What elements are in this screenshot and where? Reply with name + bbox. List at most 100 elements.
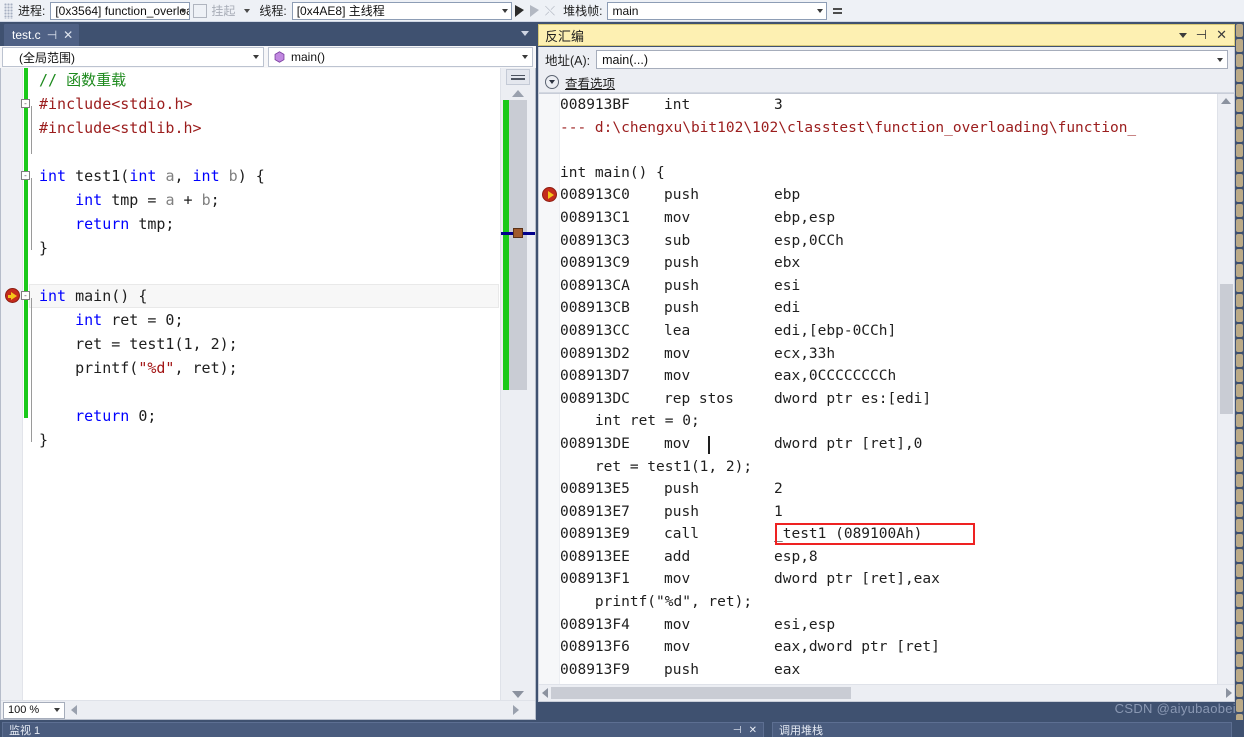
document-tab-test-c[interactable]: test.c ⊣ ✕ xyxy=(4,24,80,46)
stackframe-combo[interactable]: main xyxy=(607,1,828,20)
split-view-button[interactable] xyxy=(506,69,530,85)
tool-window-tab-icon[interactable] xyxy=(1236,564,1243,577)
scroll-left-icon[interactable] xyxy=(542,688,548,698)
tool-window-tab-icon[interactable] xyxy=(1236,144,1243,157)
tool-window-tab-icon[interactable] xyxy=(1236,69,1243,82)
tool-window-tab-icon[interactable] xyxy=(1236,459,1243,472)
disassembly-line[interactable]: ret = test1(1, 2); xyxy=(560,456,1216,479)
toolbar-grip[interactable] xyxy=(4,2,13,19)
tool-window-tab-icon[interactable] xyxy=(1236,294,1243,307)
code-line[interactable]: ret = test1(1, 2); xyxy=(29,332,499,356)
scroll-up-icon[interactable] xyxy=(512,90,524,97)
tool-window-tab-icon[interactable] xyxy=(1236,309,1243,322)
tool-window-tab-icon[interactable] xyxy=(1236,399,1243,412)
code-line[interactable]: return 0; xyxy=(29,404,499,428)
disassembly-line[interactable]: 008913CB push edi xyxy=(560,297,1216,320)
code-line[interactable]: int ret = 0; xyxy=(29,308,499,332)
disassembly-line[interactable]: 008913F4 mov esi,esp xyxy=(560,614,1216,637)
tool-window-tab-icon[interactable] xyxy=(1236,579,1243,592)
code-line[interactable]: return tmp; xyxy=(29,212,499,236)
tool-window-tab-icon[interactable] xyxy=(1236,264,1243,277)
code-line[interactable] xyxy=(29,380,499,404)
tool-window-tab-icon[interactable] xyxy=(1236,699,1243,712)
fold-toggle-icon[interactable]: - xyxy=(21,171,30,180)
scrollbar-thumb[interactable] xyxy=(551,687,851,699)
disassembly-line[interactable]: --- d:\chengxu\bit102\102\classtest\func… xyxy=(560,117,1216,140)
tool-window-tab-icon[interactable] xyxy=(1236,474,1243,487)
tool-window-tab-icon[interactable] xyxy=(1236,249,1243,262)
tool-window-tab-icon[interactable] xyxy=(1236,384,1243,397)
close-icon[interactable]: ✕ xyxy=(1216,27,1227,43)
disassembly-line[interactable]: 008913F9 push eax xyxy=(560,659,1216,682)
editor-horizontal-scrollbar[interactable]: 100 % xyxy=(1,700,535,719)
tool-window-tab-icon[interactable] xyxy=(1236,279,1243,292)
scrollbar-thumb[interactable] xyxy=(1220,284,1233,414)
disassembly-line[interactable]: 008913CA push esi xyxy=(560,275,1216,298)
code-line[interactable]: int tmp = a + b; xyxy=(29,188,499,212)
fold-toggle-icon[interactable]: - xyxy=(21,291,30,300)
suspend-button[interactable]: 挂起 xyxy=(190,1,257,21)
disassembly-line[interactable]: 008913C3 sub esp,0CCh xyxy=(560,230,1216,253)
disassembly-line[interactable]: 008913E9 call _test1 (089100Ah) xyxy=(560,523,1216,546)
process-combo[interactable]: [0x3564] function_overloading.e xyxy=(50,1,191,20)
disassembly-line[interactable]: 008913D7 mov eax,0CCCCCCCCh xyxy=(560,365,1216,388)
scroll-right-icon[interactable] xyxy=(1226,688,1232,698)
show-flagged-button[interactable] xyxy=(527,1,542,21)
pin-icon[interactable]: ⊣ xyxy=(733,725,742,736)
tool-window-tab-icon[interactable] xyxy=(1236,504,1243,517)
toolbar-overflow-button[interactable] xyxy=(833,7,843,14)
disassembly-titlebar[interactable]: 反汇编 ⊣ ✕ xyxy=(538,24,1235,46)
tool-window-tab-icon[interactable] xyxy=(1236,429,1243,442)
tool-window-tab-icon[interactable] xyxy=(1236,99,1243,112)
disassembly-line[interactable]: 008913BF int 3 xyxy=(560,94,1216,117)
scroll-down-icon[interactable] xyxy=(512,691,524,698)
tool-window-tab-icon[interactable] xyxy=(1236,654,1243,667)
disassembly-line[interactable]: 008913CC lea edi,[ebp-0CCh] xyxy=(560,320,1216,343)
scroll-right-icon[interactable] xyxy=(513,705,519,715)
tool-window-tab-icon[interactable] xyxy=(1236,54,1243,67)
scroll-left-icon[interactable] xyxy=(71,705,77,715)
code-line[interactable]: } xyxy=(29,236,499,260)
disassembly-line[interactable]: int main() { xyxy=(560,162,1216,185)
tool-window-tab-icon[interactable] xyxy=(1236,609,1243,622)
tool-window-tab-icon[interactable] xyxy=(1236,489,1243,502)
watch-panel-titlebar[interactable]: 监视 1 ⊣ ✕ xyxy=(2,722,764,737)
disassembly-line[interactable]: 008913E5 push 2 xyxy=(560,478,1216,501)
code-line[interactable]: } xyxy=(29,428,499,452)
tool-window-tab-icon[interactable] xyxy=(1236,204,1243,217)
tool-window-tab-icon[interactable] xyxy=(1236,84,1243,97)
close-icon[interactable]: ✕ xyxy=(749,725,757,736)
zoom-combo[interactable]: 100 % xyxy=(3,701,65,719)
tab-overflow-chevron-icon[interactable] xyxy=(521,31,529,36)
tool-window-tab-icon[interactable] xyxy=(1236,669,1243,682)
disassembly-line[interactable]: 008913D2 mov ecx,33h xyxy=(560,343,1216,366)
tool-window-tab-icon[interactable] xyxy=(1236,39,1243,52)
pin-icon[interactable]: ⊣ xyxy=(47,29,57,41)
member-combo[interactable]: main() xyxy=(268,47,533,67)
disassembly-line[interactable]: 008913C1 mov ebp,esp xyxy=(560,207,1216,230)
thread-combo[interactable]: [0x4AE8] 主线程 xyxy=(291,1,512,20)
tool-window-tab-icon[interactable] xyxy=(1236,174,1243,187)
address-input[interactable]: main(...) xyxy=(596,50,1228,69)
tool-window-tab-icon[interactable] xyxy=(1236,189,1243,202)
close-icon[interactable]: ✕ xyxy=(63,29,73,41)
code-line[interactable] xyxy=(29,260,499,284)
tool-window-tab-icon[interactable] xyxy=(1236,354,1243,367)
disassembly-gutter[interactable] xyxy=(539,94,560,701)
tool-window-rail[interactable] xyxy=(1235,22,1244,737)
tool-window-tab-icon[interactable] xyxy=(1236,639,1243,652)
tool-window-tab-icon[interactable] xyxy=(1236,534,1243,547)
disassembly-line[interactable] xyxy=(560,139,1216,162)
disassembly-line[interactable]: int ret = 0; xyxy=(560,410,1216,433)
breakpoint-gutter[interactable] xyxy=(1,68,23,719)
code-lines[interactable]: // 函数重载 - #include<stdio.h> #include<stdlib… xyxy=(21,68,499,452)
code-editor[interactable]: // 函数重载 - #include<stdio.h> #include<stdlib… xyxy=(0,68,536,720)
tool-window-tab-icon[interactable] xyxy=(1236,114,1243,127)
disassembly-line[interactable]: 008913E7 push 1 xyxy=(560,501,1216,524)
tool-window-tab-icon[interactable] xyxy=(1236,369,1243,382)
breakpoint-current-statement-icon[interactable] xyxy=(5,288,20,303)
disassembly-line[interactable]: 008913F6 mov eax,dword ptr [ret] xyxy=(560,636,1216,659)
code-line[interactable]: // 函数重载 xyxy=(29,68,499,92)
tool-window-tab-icon[interactable] xyxy=(1236,234,1243,247)
disassembly-line[interactable]: printf("%d", ret); xyxy=(560,591,1216,614)
